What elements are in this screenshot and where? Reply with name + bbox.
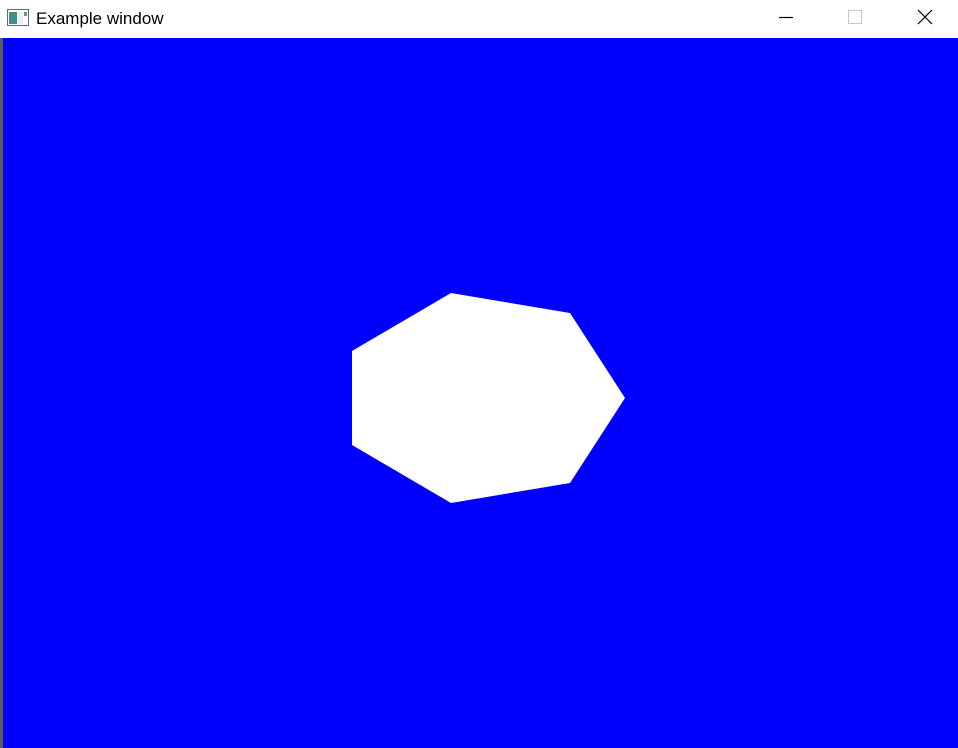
window-app-icon[interactable]	[7, 9, 29, 26]
close-button[interactable]	[902, 0, 948, 38]
title-bar[interactable]: Example window	[0, 0, 958, 38]
canvas-drawing	[352, 293, 625, 503]
application-window: Example window	[0, 0, 958, 748]
white-polygon-shape	[352, 293, 625, 503]
minimize-button[interactable]	[763, 0, 809, 38]
maximize-button[interactable]	[832, 0, 878, 38]
minimize-icon	[778, 9, 794, 30]
render-canvas[interactable]	[3, 38, 958, 748]
window-title: Example window	[36, 9, 164, 28]
maximize-icon	[847, 9, 863, 30]
close-icon	[917, 9, 933, 30]
